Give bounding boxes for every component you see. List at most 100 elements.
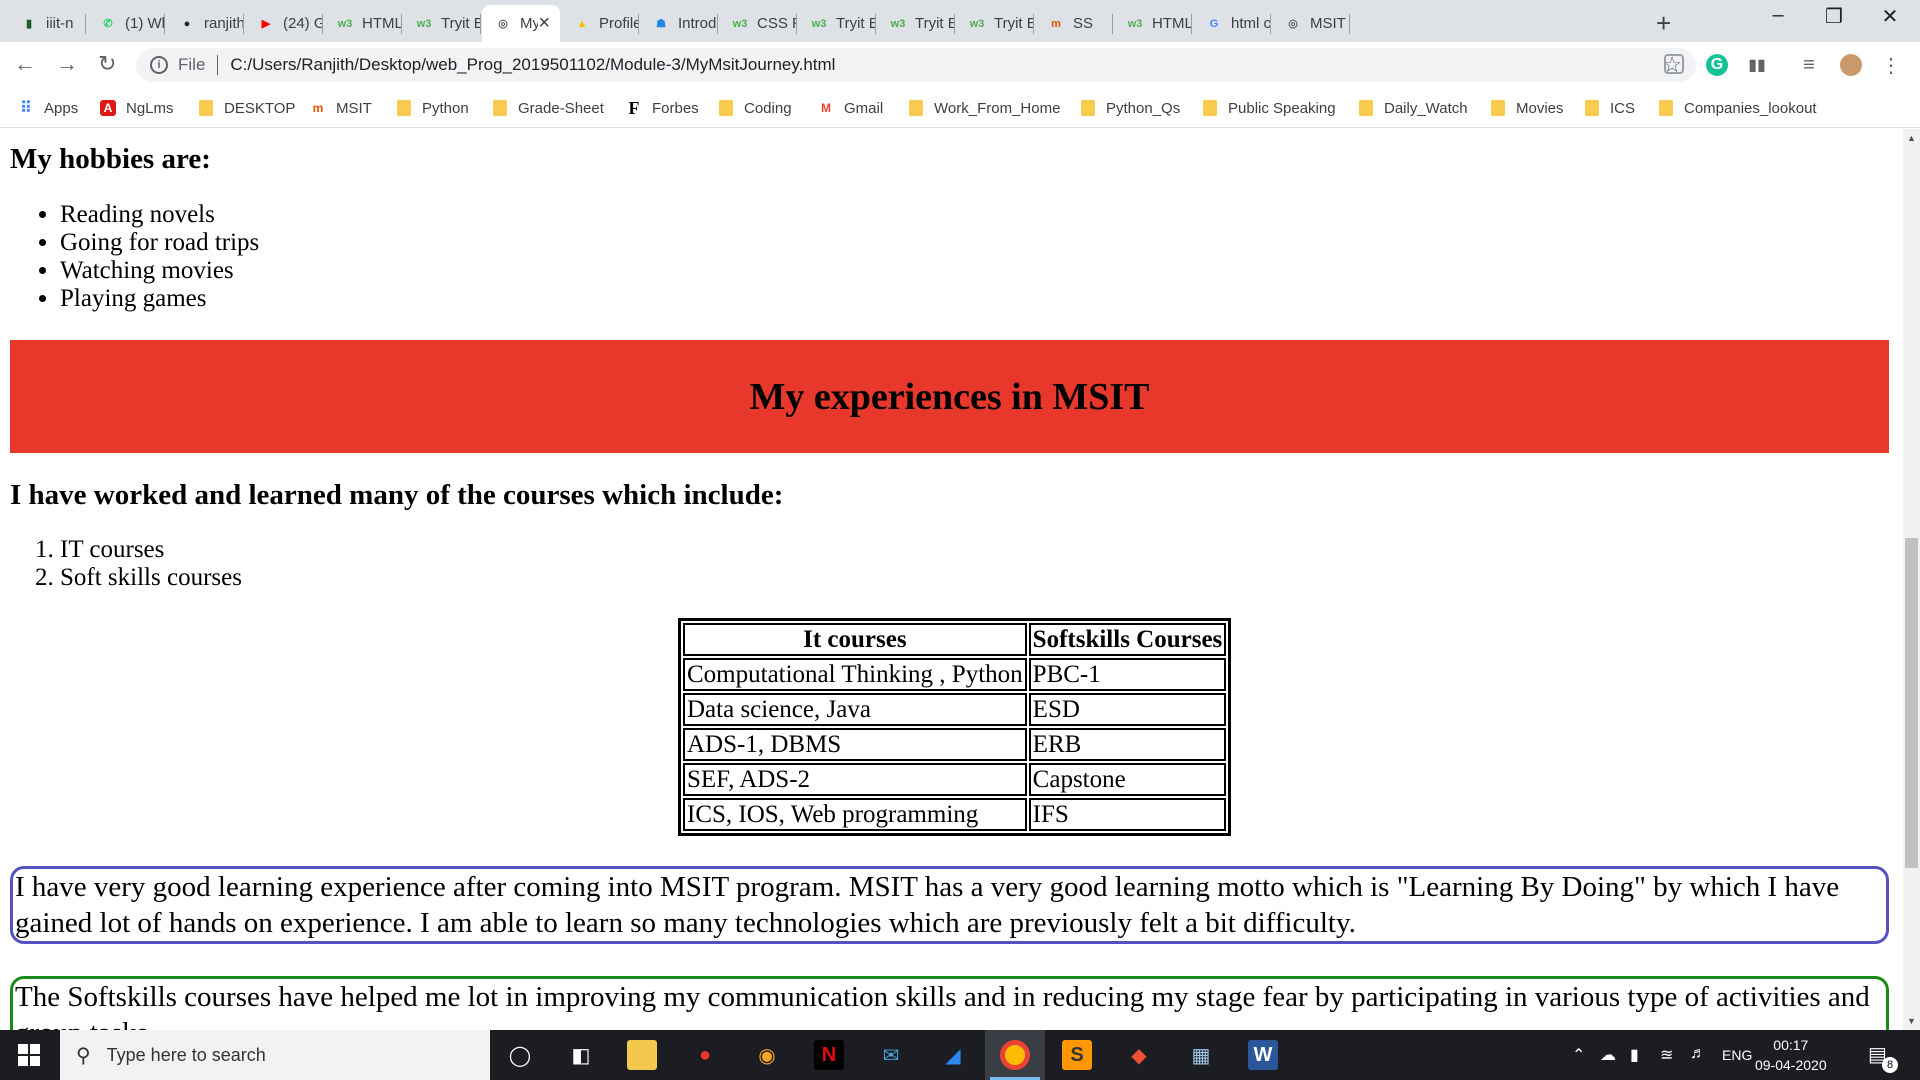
grammarly-icon[interactable]: G bbox=[1706, 54, 1728, 76]
new-tab-button[interactable]: + bbox=[1656, 8, 1671, 39]
bookmark-label: Python bbox=[422, 99, 469, 117]
volume-icon[interactable]: ♬ bbox=[1690, 1045, 1706, 1063]
table-row: Data science, Java ESD bbox=[683, 693, 1227, 726]
tab-close-icon[interactable]: × bbox=[538, 12, 550, 35]
scroll-up-arrow-icon[interactable]: ▲ bbox=[1903, 133, 1920, 143]
netflix-icon[interactable]: N bbox=[814, 1040, 844, 1070]
media-queue-icon[interactable]: ≡ bbox=[1798, 54, 1820, 76]
bookmark-label: Gmail bbox=[844, 99, 884, 117]
mail-icon[interactable]: ✉ bbox=[876, 1040, 906, 1070]
bookmark-item[interactable]: DESKTOP bbox=[198, 94, 295, 122]
tray-chevron-icon[interactable]: ⌃ bbox=[1572, 1045, 1585, 1065]
url-text[interactable]: C:/Users/Ranjith/Desktop/web_Prog_201950… bbox=[230, 55, 835, 75]
browser-tab[interactable]: ◎ My × bbox=[482, 5, 560, 42]
browser-tab[interactable]: m SS bbox=[1035, 5, 1113, 42]
app-avatar-icon[interactable]: ● bbox=[690, 1040, 720, 1070]
battery-icon[interactable]: ▮ bbox=[1630, 1045, 1639, 1065]
browser-tab[interactable]: ◎ MSIT P bbox=[1272, 5, 1350, 42]
bookmark-item[interactable]: m MSIT bbox=[310, 94, 372, 122]
cortana-icon[interactable]: ◯ bbox=[505, 1040, 535, 1070]
folder-icon bbox=[1658, 100, 1674, 116]
bookmark-item[interactable]: Companies_lookout bbox=[1658, 94, 1817, 122]
bookmark-item[interactable]: A NgLms bbox=[100, 94, 174, 122]
folder-icon bbox=[1080, 100, 1096, 116]
tab-label: HTML bbox=[362, 15, 402, 32]
bookmark-item[interactable]: M Gmail bbox=[818, 94, 883, 122]
extension-reader-icon[interactable] bbox=[1664, 54, 1684, 74]
people-icon: ☗ bbox=[656, 18, 666, 30]
chrome-icon[interactable] bbox=[1000, 1040, 1030, 1070]
w3schools-icon: w3 bbox=[969, 17, 985, 30]
tab-separator bbox=[638, 14, 639, 34]
bookmark-item[interactable]: Python_Qs bbox=[1080, 94, 1180, 122]
bookmark-label: Apps bbox=[44, 99, 79, 117]
msit-icon: m bbox=[1051, 17, 1061, 30]
browser-tab[interactable]: w3 CSS Ro bbox=[719, 5, 797, 42]
browser-tab[interactable]: w3 Tryit Ec bbox=[798, 5, 876, 42]
wifi-icon[interactable]: ≊ bbox=[1660, 1045, 1673, 1065]
tab-separator bbox=[954, 14, 955, 34]
info-icon[interactable]: i bbox=[150, 56, 168, 74]
browser-tab[interactable]: w3 Tryit Ec bbox=[956, 5, 1034, 42]
bookmark-item[interactable]: Python bbox=[396, 94, 469, 122]
onedrive-icon[interactable]: ☁ bbox=[1600, 1045, 1616, 1065]
bookmark-item[interactable]: ICS bbox=[1584, 94, 1635, 122]
sublime-text-icon[interactable]: S bbox=[1062, 1040, 1092, 1070]
forbes-icon: F bbox=[628, 97, 640, 118]
browser-tab[interactable]: w3 HTML bbox=[1114, 5, 1192, 42]
firefox-icon[interactable]: ◉ bbox=[752, 1040, 782, 1070]
browser-tab[interactable]: Ghtml co bbox=[1193, 5, 1271, 42]
notepad-icon[interactable]: ▦ bbox=[1186, 1040, 1216, 1070]
bookmark-item[interactable]: F Forbes bbox=[626, 94, 699, 122]
language-indicator[interactable]: ENG bbox=[1722, 1047, 1752, 1063]
arc-app-icon[interactable]: ◢ bbox=[938, 1040, 968, 1070]
tab-label: Profile bbox=[599, 15, 639, 32]
page-scrollbar[interactable]: ▲ ▼ bbox=[1903, 129, 1920, 1030]
browser-tab[interactable]: ☗ Introdu bbox=[640, 5, 718, 42]
browser-tab[interactable]: w3 Tryit Ec bbox=[877, 5, 955, 42]
git-icon[interactable]: ◆ bbox=[1124, 1040, 1154, 1070]
taskbar-clock[interactable]: 00:17 09-04-2020 bbox=[1755, 1035, 1827, 1075]
windows-taskbar: ⚲ Type here to search ◯ ◧ ● ◉ N ✉ ◢ S ◆ … bbox=[0, 1030, 1920, 1080]
w3schools-icon: w3 bbox=[811, 17, 827, 30]
tab-separator bbox=[717, 14, 718, 34]
scroll-thumb[interactable] bbox=[1905, 538, 1918, 868]
menu-kebab-icon[interactable]: ⋮ bbox=[1880, 54, 1902, 77]
bookmark-item[interactable]: Movies bbox=[1490, 94, 1564, 122]
file-explorer-icon[interactable] bbox=[627, 1040, 657, 1070]
bookmark-item[interactable]: ⠿ Apps bbox=[18, 94, 78, 122]
browser-tab[interactable]: ● ranjith bbox=[166, 5, 244, 42]
it-course-cell: ADS-1, DBMS bbox=[683, 728, 1027, 761]
address-bar[interactable]: i File C:/Users/Ranjith/Desktop/web_Prog… bbox=[136, 48, 1696, 82]
browser-tab[interactable]: w3 HTML bbox=[324, 5, 402, 42]
bookmark-item[interactable]: Public Speaking bbox=[1202, 94, 1336, 122]
taskbar-search-box[interactable]: ⚲ Type here to search bbox=[60, 1030, 490, 1080]
browser-tab[interactable]: ▶ (24) Gi bbox=[245, 5, 323, 42]
w3schools-icon: w3 bbox=[890, 17, 906, 30]
profile-avatar[interactable] bbox=[1840, 54, 1862, 76]
browser-tab[interactable]: ✆ (1) Wh bbox=[87, 5, 165, 42]
folder-icon bbox=[1358, 100, 1374, 116]
windows-start-icon[interactable] bbox=[18, 1044, 40, 1066]
bookmark-item[interactable]: Coding bbox=[718, 94, 792, 122]
bookmark-item[interactable]: Grade-Sheet bbox=[492, 94, 604, 122]
browser-tab[interactable]: ▮ iiit-n bbox=[8, 5, 86, 42]
minimize-icon[interactable]: – bbox=[1758, 4, 1798, 27]
bookmark-item[interactable]: Work_From_Home bbox=[908, 94, 1060, 122]
bookmark-label: DESKTOP bbox=[224, 99, 296, 117]
audio-waves-icon[interactable]: ▮▮ bbox=[1746, 54, 1768, 76]
reload-icon[interactable]: ↻ bbox=[98, 51, 116, 77]
restore-icon[interactable]: ❐ bbox=[1814, 4, 1854, 29]
bookmark-item[interactable]: Daily_Watch bbox=[1358, 94, 1468, 122]
browser-tab[interactable]: ▲ Profile bbox=[561, 5, 639, 42]
word-icon[interactable]: W bbox=[1248, 1040, 1278, 1070]
task-view-icon[interactable]: ◧ bbox=[566, 1040, 596, 1070]
scroll-down-arrow-icon[interactable]: ▼ bbox=[1903, 1016, 1920, 1026]
back-arrow-icon[interactable]: ← bbox=[14, 51, 36, 77]
close-window-icon[interactable]: ✕ bbox=[1870, 4, 1910, 29]
forward-arrow-icon[interactable]: → bbox=[56, 51, 78, 77]
bookmark-label: Companies_lookout bbox=[1684, 99, 1817, 117]
tab-label: HTML bbox=[1152, 15, 1192, 32]
hobby-item: Reading novels bbox=[60, 201, 259, 229]
browser-tab[interactable]: w3 Tryit Ec bbox=[403, 5, 481, 42]
